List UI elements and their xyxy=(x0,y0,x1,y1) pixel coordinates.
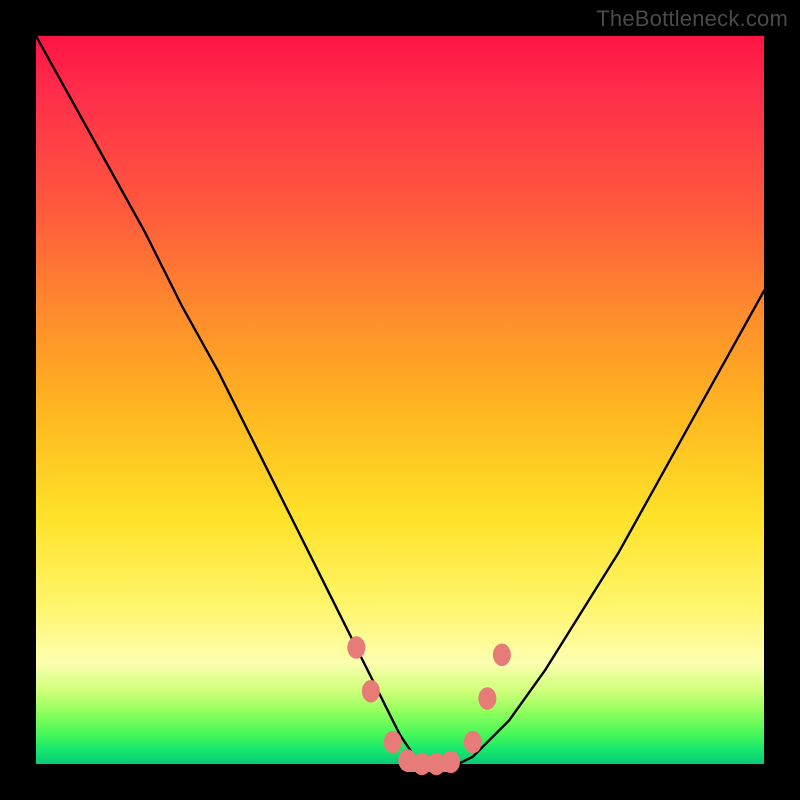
marker-dot xyxy=(442,751,460,774)
marker-group xyxy=(347,636,511,775)
marker-dot xyxy=(493,644,511,667)
watermark-text: TheBottleneck.com xyxy=(596,6,788,32)
curve-line xyxy=(36,36,764,764)
chart-frame: TheBottleneck.com xyxy=(0,0,800,800)
marker-dot xyxy=(464,731,482,754)
chart-svg xyxy=(36,36,764,764)
marker-dot xyxy=(384,731,402,754)
marker-dot xyxy=(478,687,496,710)
marker-dot xyxy=(362,680,380,703)
marker-dot xyxy=(347,636,365,659)
plot-area xyxy=(36,36,764,764)
